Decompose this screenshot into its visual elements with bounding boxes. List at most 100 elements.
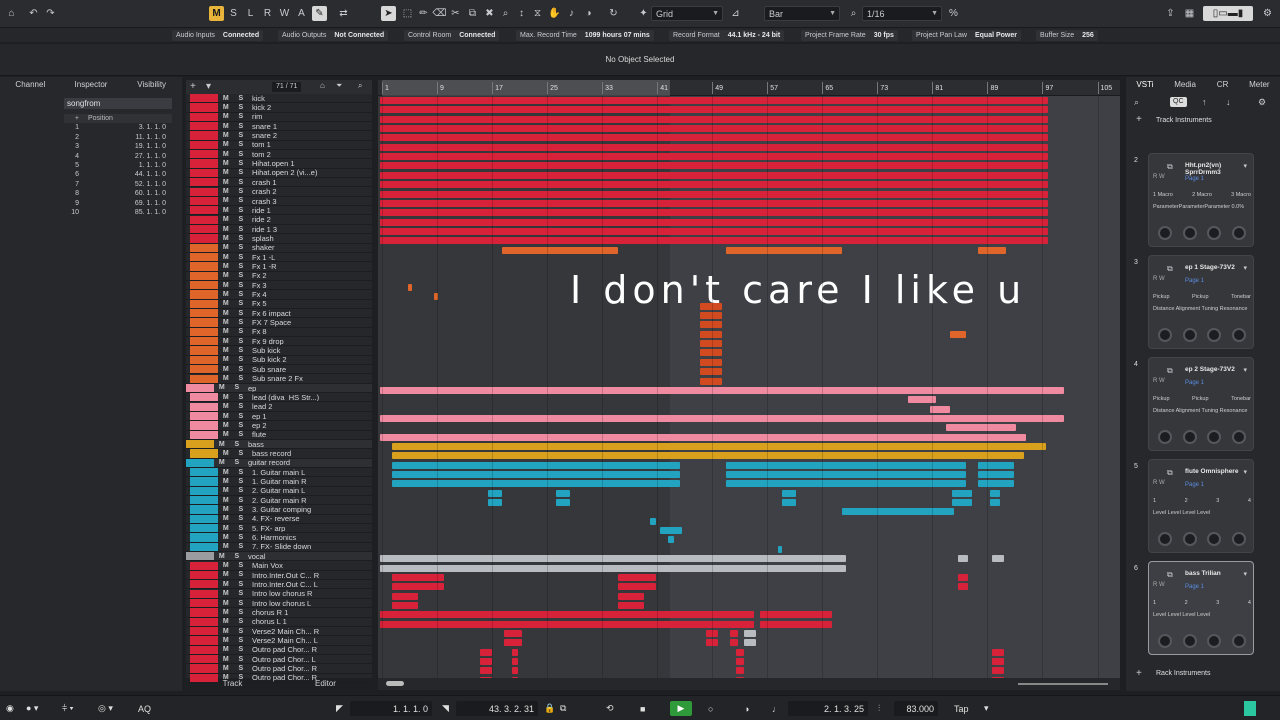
mute-button[interactable]: M	[223, 197, 229, 204]
track-name[interactable]: Fx 1 -R	[248, 262, 277, 270]
track-name[interactable]: Fx 3	[248, 281, 267, 289]
mute-button[interactable]: M	[219, 441, 225, 448]
cycle-icon[interactable]: ⟲	[606, 701, 614, 716]
track-name[interactable]: 1. Guitar main R	[248, 477, 307, 485]
instrument-slot[interactable]: 6 ⧉ R W ▾ bass Trilian Page 1 1234 Level…	[1132, 561, 1272, 661]
event-clip[interactable]	[730, 629, 738, 637]
track-name[interactable]: Hihat.open 2 (vi...e)	[248, 169, 317, 177]
track-name[interactable]: 1. Guitar main L	[248, 468, 305, 476]
mute-button[interactable]: M	[223, 590, 229, 597]
marker-track-name[interactable]: songfrom	[64, 98, 172, 109]
quick-control-knob[interactable]	[1231, 226, 1246, 240]
tempo-dropdown-icon[interactable]: ▾	[984, 701, 989, 716]
solo-button[interactable]: S	[238, 207, 243, 214]
mute-button[interactable]: M	[223, 132, 229, 139]
status-record-format[interactable]: Record Format 44.1 kHz - 24 bit	[669, 30, 785, 41]
track-row[interactable]: M S Fx 2	[186, 271, 372, 281]
mute-button[interactable]: M	[223, 628, 229, 635]
marker-row[interactable]: 2 11. 1. 1. 0	[64, 133, 172, 142]
quick-control-knob[interactable]	[1182, 430, 1197, 444]
track-name[interactable]: Intro.Inter.Out C... L	[248, 580, 318, 588]
event-clip[interactable]	[380, 386, 1064, 394]
track-row[interactable]: M S ep 1	[186, 411, 372, 422]
track-row[interactable]: M S lead (diva_HS Str...)	[186, 393, 372, 403]
track-row[interactable]: M S Outro pad Chor... R	[186, 645, 372, 655]
track-row[interactable]: M S tom 1	[186, 140, 372, 151]
solo-button[interactable]: S	[238, 160, 243, 167]
solo-button[interactable]: S	[238, 515, 243, 522]
mute-button[interactable]: M	[223, 413, 229, 420]
instrument-slot[interactable]: 5 ⧉ R W ▾ flute Omnisphere Page 1 1234 L…	[1132, 459, 1272, 559]
event-clip[interactable]	[726, 471, 966, 478]
quick-control-knob[interactable]	[1158, 328, 1173, 342]
solo-button[interactable]: S	[238, 188, 243, 195]
event-clip[interactable]	[946, 424, 1016, 432]
grid-type-select[interactable]: Bar ▼	[764, 6, 840, 21]
quick-control-knob[interactable]	[1207, 532, 1222, 546]
track-row[interactable]: M S snare 2	[186, 131, 372, 141]
track-name[interactable]: FX 7 Space	[248, 318, 291, 326]
event-clip[interactable]	[978, 471, 1014, 478]
solo-button[interactable]: S	[238, 235, 243, 242]
page-label[interactable]: Page 1	[1185, 482, 1204, 488]
marker-position[interactable]: 85. 1. 1. 0	[82, 208, 172, 217]
track-name[interactable]: snare 2	[248, 131, 277, 139]
color-tool-icon[interactable]: ◑	[581, 6, 596, 21]
track-row[interactable]: M S Sub kick 2	[186, 355, 372, 366]
track-name[interactable]: Sub kick	[248, 346, 280, 354]
quick-control-knob[interactable]	[1231, 634, 1246, 648]
solo-button[interactable]: S	[238, 571, 243, 578]
read-write-icons[interactable]: R W	[1153, 480, 1165, 486]
read-write-icons[interactable]: R W	[1153, 276, 1165, 282]
track-row[interactable]: M S Intro low chorus R	[186, 589, 372, 599]
mute-mode-button[interactable]: M	[209, 6, 224, 21]
pre-roll-icon[interactable]: ◎ ▾	[98, 701, 113, 716]
snap-type-select[interactable]: Grid ▼	[651, 6, 723, 21]
instrument-edit-icon[interactable]: ⧉	[1167, 468, 1173, 478]
mute-button[interactable]: M	[223, 656, 229, 663]
track-name[interactable]: 4. FX- reverse	[248, 515, 300, 523]
quantize-select[interactable]: 1/16 ▼	[862, 6, 942, 21]
marker-position[interactable]: 69. 1. 1. 0	[82, 199, 172, 208]
record-icon[interactable]: ○	[708, 701, 713, 716]
object-selection-tool-icon[interactable]: ➤	[381, 6, 396, 21]
track-row[interactable]: M S splash	[186, 234, 372, 244]
instrument-edit-icon[interactable]: ⧉	[1167, 264, 1173, 274]
marker-position[interactable]: 44. 1. 1. 0	[82, 170, 172, 179]
solo-button[interactable]: S	[238, 469, 243, 476]
track-name[interactable]: Verse2 Main Ch... L	[248, 636, 318, 644]
event-clip[interactable]	[480, 648, 492, 656]
event-clip[interactable]	[992, 658, 1004, 665]
mute-button[interactable]: M	[223, 338, 229, 345]
mute-button[interactable]: M	[223, 282, 229, 289]
track-name[interactable]: 3. Guitar comping	[248, 505, 311, 513]
right-locator-icon[interactable]: ◥	[442, 701, 449, 716]
solo-button[interactable]: S	[238, 272, 243, 279]
mute-button[interactable]: M	[223, 450, 229, 457]
tab-inspector[interactable]: Inspector	[61, 77, 122, 92]
mute-button[interactable]: M	[223, 403, 229, 410]
zoom-tool-icon[interactable]: ⌕	[498, 6, 513, 21]
solo-button[interactable]: S	[238, 543, 243, 550]
search-icon[interactable]: ⌕	[358, 81, 362, 91]
auto-quantize-button[interactable]: AQ	[138, 701, 151, 716]
track-row[interactable]: M S ep 2	[186, 421, 372, 431]
quick-control-knob[interactable]	[1158, 430, 1173, 444]
track-name[interactable]: 5. FX- arp	[248, 524, 285, 532]
solo-button[interactable]: S	[238, 141, 243, 148]
solo-button[interactable]: S	[238, 216, 243, 223]
settings-icon[interactable]: ⚙	[1258, 97, 1266, 108]
track-row[interactable]: M S Fx 8	[186, 327, 372, 338]
event-clip[interactable]	[958, 583, 968, 591]
track-name[interactable]: ride 1 3	[248, 225, 277, 233]
mute-button[interactable]: M	[223, 581, 229, 588]
quick-control-knob[interactable]	[1207, 634, 1222, 648]
track-row[interactable]: M S Main Vox	[186, 561, 372, 571]
track-name[interactable]: guitar record	[244, 459, 290, 467]
event-clip[interactable]	[760, 620, 832, 628]
listen-mode-button[interactable]: L	[243, 6, 258, 21]
mute-button[interactable]: M	[223, 319, 229, 326]
event-clip[interactable]	[380, 199, 1048, 207]
track-row[interactable]: M S Fx 9 drop	[186, 337, 372, 347]
mute-button[interactable]: M	[223, 244, 229, 251]
